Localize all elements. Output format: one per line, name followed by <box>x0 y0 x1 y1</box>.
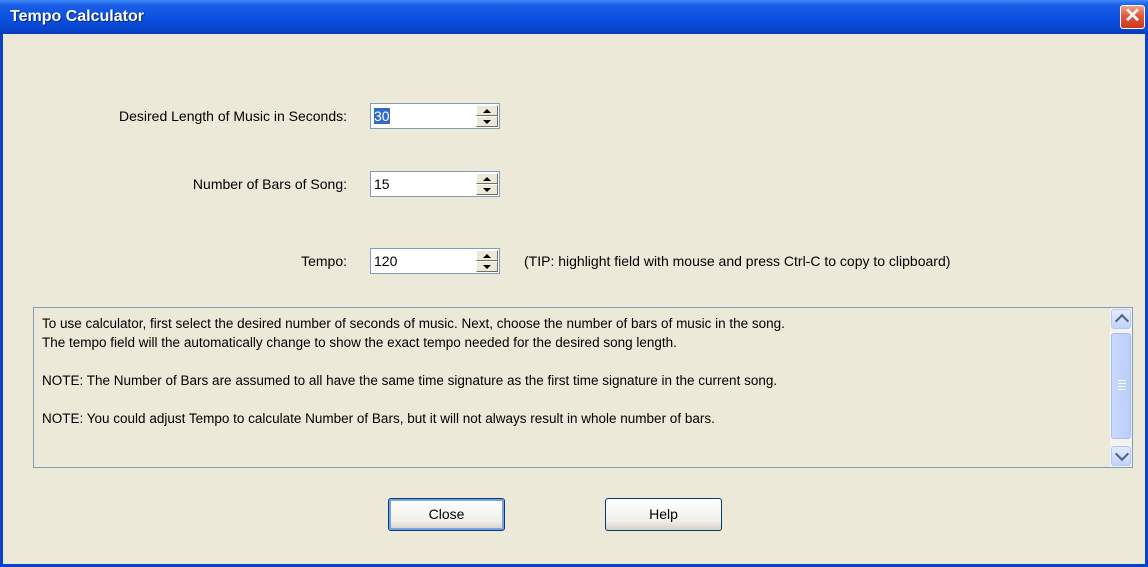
seconds-decrement-button[interactable] <box>476 116 498 127</box>
grip-line <box>1118 389 1126 390</box>
tip-text: (TIP: highlight field with mouse and pre… <box>524 253 951 269</box>
seconds-increment-button[interactable] <box>476 105 498 116</box>
close-window-button[interactable]: ✕ <box>1120 5 1145 29</box>
scroll-thumb[interactable] <box>1111 333 1131 439</box>
info-line: To use calculator, first select the desi… <box>42 316 785 331</box>
arrow-down-icon <box>483 120 491 124</box>
window-title: Tempo Calculator <box>10 8 144 25</box>
arrow-up-icon <box>483 254 491 258</box>
info-text: To use calculator, first select the desi… <box>42 314 1092 428</box>
info-line: NOTE: You could adjust Tempo to calculat… <box>42 411 715 426</box>
title-bar[interactable]: Tempo Calculator ✕ <box>0 0 1148 34</box>
grip-line <box>1118 383 1126 384</box>
bars-decrement-button[interactable] <box>476 184 498 195</box>
close-button[interactable]: Close <box>388 498 505 531</box>
info-line: NOTE: The Number of Bars are assumed to … <box>42 373 778 388</box>
tempo-label: Tempo: <box>301 253 347 269</box>
bars-label: Number of Bars of Song: <box>192 176 347 192</box>
bars-increment-button[interactable] <box>476 173 498 184</box>
scroll-down-button[interactable] <box>1111 446 1131 466</box>
seconds-value[interactable]: 30 <box>374 108 390 124</box>
arrow-up-icon <box>483 109 491 113</box>
tempo-calculator-dialog: Tempo Calculator ✕ Desired Length of Mus… <box>0 0 1148 567</box>
chevron-down-icon <box>1114 446 1130 462</box>
tempo-increment-button[interactable] <box>476 250 498 261</box>
grip-line <box>1118 386 1126 387</box>
vertical-scrollbar[interactable] <box>1110 308 1132 467</box>
seconds-label: Desired Length of Music in Seconds: <box>118 108 347 124</box>
seconds-spinbox[interactable]: 30 <box>370 103 500 129</box>
tempo-spinbox[interactable]: 120 <box>370 248 500 274</box>
arrow-up-icon <box>483 177 491 181</box>
chevron-up-icon <box>1114 313 1130 329</box>
info-textbox[interactable]: To use calculator, first select the desi… <box>33 307 1133 468</box>
tempo-decrement-button[interactable] <box>476 261 498 272</box>
arrow-down-icon <box>483 265 491 269</box>
bars-spinbox[interactable]: 15 <box>370 171 500 197</box>
grip-line <box>1118 380 1126 381</box>
bars-value[interactable]: 15 <box>374 176 390 192</box>
tempo-value[interactable]: 120 <box>374 253 397 269</box>
arrow-down-icon <box>483 188 491 192</box>
info-line: The tempo field will the automatically c… <box>42 335 677 350</box>
help-button[interactable]: Help <box>605 498 722 531</box>
scroll-up-button[interactable] <box>1111 309 1131 329</box>
